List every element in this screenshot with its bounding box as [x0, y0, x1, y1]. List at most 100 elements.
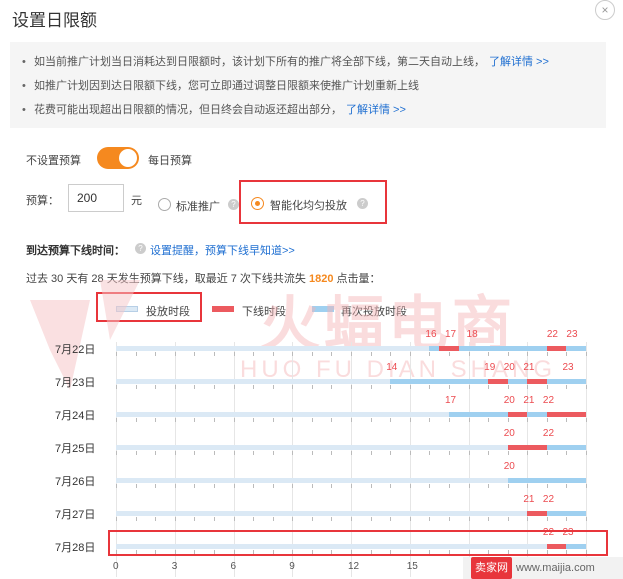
- hour-tick: [292, 385, 294, 389]
- hour-tick: [448, 484, 450, 488]
- footer-logo: 卖家网 www.maijia.com: [463, 557, 623, 579]
- help-icon[interactable]: ?: [357, 198, 368, 209]
- hour-tick: [155, 517, 157, 521]
- offline-segment: [507, 445, 547, 450]
- hour-tick: [155, 418, 157, 422]
- budget-label: 预算：: [26, 195, 59, 207]
- x-tick-label: 12: [348, 561, 360, 572]
- hour-tick: [429, 418, 431, 422]
- offline-segment: [527, 379, 547, 384]
- hour-tick: [586, 517, 587, 521]
- offline-hour-label: 21: [523, 395, 535, 406]
- learn-more-link[interactable]: 了解详情 >>: [489, 56, 549, 68]
- legend-label: 再次投放时段: [341, 306, 407, 318]
- hour-tick: [253, 517, 255, 521]
- hour-tick: [370, 451, 372, 455]
- offline-summary: 过去 30 天有 28 天发生预算下线，取最近 7 次下线共流失 1820 点击…: [26, 273, 381, 285]
- resumed-segment: [458, 346, 547, 351]
- hour-tick: [507, 385, 509, 389]
- hour-tick: [135, 352, 137, 356]
- hour-tick: [409, 352, 411, 356]
- hour-tick: [468, 484, 470, 488]
- hour-tick: [174, 352, 176, 356]
- hour-tick: [370, 517, 372, 521]
- hour-tick: [272, 484, 274, 488]
- hour-tick: [174, 517, 176, 521]
- hour-tick: [311, 418, 313, 422]
- resumed-segment: [448, 412, 508, 417]
- help-icon[interactable]: ?: [135, 243, 146, 254]
- hour-tick: [213, 352, 215, 356]
- hour-tick: [213, 418, 215, 422]
- hour-tick: [448, 352, 450, 356]
- offline-hour-label: 23: [566, 329, 578, 340]
- hour-tick: [272, 385, 274, 389]
- hour-tick: [116, 352, 117, 356]
- hour-tick: [566, 484, 568, 488]
- hour-tick: [488, 352, 490, 356]
- hour-tick: [253, 385, 255, 389]
- hour-tick: [233, 418, 235, 422]
- hour-tick: [546, 451, 548, 455]
- hour-tick: [390, 418, 392, 422]
- resumed-segment: [429, 346, 440, 351]
- hour-tick: [546, 352, 548, 356]
- close-icon[interactable]: ×: [595, 0, 615, 20]
- hour-tick: [546, 385, 548, 389]
- offline-hour-label: 17: [445, 329, 457, 340]
- hour-tick: [488, 484, 490, 488]
- hour-tick: [390, 484, 392, 488]
- hour-tick: [116, 385, 117, 389]
- budget-unit: 元: [131, 195, 142, 207]
- hour-tick: [331, 484, 333, 488]
- legend-label: 下线时段: [242, 306, 286, 318]
- budget-input[interactable]: 200: [68, 184, 124, 212]
- hour-tick: [135, 517, 137, 521]
- hour-tick: [292, 484, 294, 488]
- hour-tick: [566, 517, 568, 521]
- hour-tick: [566, 352, 568, 356]
- help-icon[interactable]: ?: [228, 199, 239, 210]
- hour-tick: [194, 451, 196, 455]
- hour-tick: [448, 451, 450, 455]
- standard-radio[interactable]: [158, 198, 171, 211]
- hour-tick: [331, 418, 333, 422]
- notice-item: 花费可能出现超出日限额的情况，但日终会自动返还超出部分，了解详情 >>: [22, 98, 606, 122]
- hour-tick: [527, 385, 529, 389]
- offline-hour-label: 17: [445, 395, 457, 406]
- notice-panel: 如当前推广计划当日消耗达到日限额时，该计划下所有的推广将全部下线，第二天自动上线…: [10, 42, 606, 128]
- learn-more-link[interactable]: 了解详情 >>: [346, 104, 406, 116]
- hour-tick: [213, 451, 215, 455]
- hour-tick: [155, 484, 157, 488]
- offline-segment: [527, 511, 547, 516]
- hour-tick: [174, 451, 176, 455]
- hour-tick: [507, 418, 509, 422]
- hour-tick: [135, 484, 137, 488]
- smart-radio[interactable]: [251, 197, 264, 210]
- notice-item: 如推广计划因到达日限额下线，您可立即通过调整日限额来使推广计划重新上线: [22, 74, 606, 98]
- day-label: 7月23日: [55, 377, 96, 389]
- hour-tick: [331, 451, 333, 455]
- hour-tick: [527, 451, 529, 455]
- hour-tick: [213, 484, 215, 488]
- hour-tick: [586, 385, 587, 389]
- budget-toggle[interactable]: [97, 147, 139, 169]
- hour-tick: [116, 484, 117, 488]
- hour-tick: [488, 385, 490, 389]
- hour-tick: [468, 451, 470, 455]
- hour-tick: [390, 517, 392, 521]
- resumed-segment: [546, 379, 586, 384]
- day-label: 7月26日: [55, 476, 96, 488]
- offline-hour-label: 22: [542, 428, 555, 439]
- notice-item: 如当前推广计划当日消耗达到日限额时，该计划下所有的推广将全部下线，第二天自动上线…: [22, 50, 606, 74]
- hour-tick: [507, 352, 509, 356]
- hour-tick: [390, 352, 392, 356]
- hour-tick: [155, 385, 157, 389]
- hour-tick: [507, 451, 509, 455]
- set-reminder-link[interactable]: 设置提醒，预算下线早知道>>: [150, 242, 295, 258]
- offline-segment: [507, 412, 528, 417]
- hour-tick: [429, 352, 431, 356]
- hour-tick: [448, 385, 450, 389]
- hour-tick: [527, 352, 529, 356]
- hour-tick: [233, 352, 235, 356]
